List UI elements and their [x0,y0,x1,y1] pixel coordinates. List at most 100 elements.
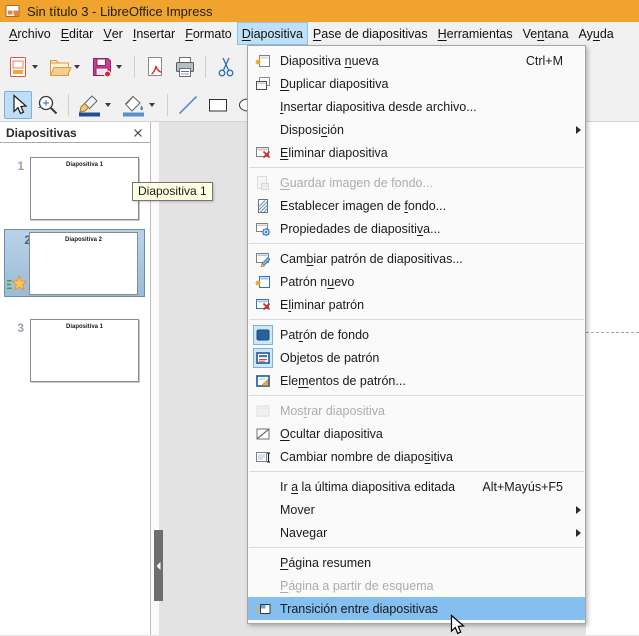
fill-color-button[interactable] [119,91,161,119]
slide-thumbnail-title: Diapositiva 2 [30,237,137,243]
dropdown-arrow-icon[interactable] [116,65,122,69]
menubar-item-diapositiva[interactable]: Diapositiva [237,22,308,45]
menu-item-rename-slide[interactable]: Cambiar nombre de diapositiva [248,445,585,468]
menu-item-new-master[interactable]: Patrón nuevo [248,270,585,293]
cut-button[interactable] [212,53,240,81]
menubar-item-editar[interactable]: Editar [56,22,99,45]
open-button[interactable] [46,53,86,81]
menubar-item-insertar[interactable]: Insertar [128,22,180,45]
menu-item-delete-slide[interactable]: Eliminar diapositiva [248,141,585,164]
menu-item-summary-page[interactable]: Página resumen [248,551,585,574]
select-icon [6,93,30,117]
menu-item-master-elements[interactable]: Elementos de patrón... [248,369,585,392]
menu-icon-empty [253,120,273,140]
master-objects-icon [253,348,273,368]
menu-item-label: Transición entre diapositivas [280,602,567,616]
hide-slide-icon [253,424,273,444]
menu-item-goto-last-edited-slide[interactable]: Ir a la última diapositiva editada Alt+Ma… [248,475,585,498]
menubar-item-ayuda[interactable]: Ayuda [574,22,619,45]
slide-thumbnail-entry[interactable]: 3 Diapositiva 1 [0,319,150,385]
menu-item-label: Ir a la última diapositiva editada [280,480,468,494]
menubar-item-ver[interactable]: Ver [98,22,127,45]
fill-color-icon [121,93,147,117]
menu-item-new-slide[interactable]: Diapositiva nuevaCtrl+M [248,49,585,72]
menu-item-label: Insertar diapositiva desde archivo... [280,100,567,114]
menu-item-slide-properties[interactable]: Propiedades de diapositiva... [248,217,585,240]
dropdown-arrow-icon[interactable] [32,65,38,69]
menubar-item-formato[interactable]: Formato [180,22,237,45]
print-button[interactable] [171,53,199,81]
menu-item-set-background-image[interactable]: Establecer imagen de fondo... [248,194,585,217]
slide-thumbnail[interactable]: Diapositiva 2 [29,232,138,295]
submenu-arrow-icon [567,529,581,537]
slide-thumbnail-selected[interactable]: 2Diapositiva 2 [4,229,145,297]
master-background-icon [253,325,273,345]
text-placeholder-border [586,332,639,333]
dropdown-arrow-icon[interactable] [74,65,80,69]
menu-item-move[interactable]: Mover [248,498,585,521]
panel-collapse-button[interactable] [154,530,163,601]
change-slide-master-icon [253,249,273,269]
dropdown-arrow-icon[interactable] [149,103,155,107]
menu-item-hide-slide[interactable]: Ocultar diapositiva [248,422,585,445]
slide-thumbnail[interactable]: Diapositiva 1 [30,157,139,220]
menu-separator [249,547,584,548]
menu-item-shortcut: Alt+Mayús+F5 [482,480,563,494]
duplicate-slide-icon [253,74,273,94]
open-icon [48,55,72,79]
window-title: Sin título 3 - LibreOffice Impress [27,4,212,19]
menubar-item-herramientas[interactable]: Herramientas [433,22,518,45]
menu-item-label: Elementos de patrón... [280,374,567,388]
menu-item-label: Mostrar diapositiva [280,404,567,418]
close-icon[interactable] [131,126,145,140]
set-background-image-icon [253,196,273,216]
new-document-button[interactable] [4,53,44,81]
select-button[interactable] [4,91,32,119]
new-document-icon [6,55,30,79]
menu-item-label: Guardar imagen de fondo... [280,176,567,190]
menu-item-label: Página a partir de esquema [280,579,567,593]
menubar-item-archivo[interactable]: Archivo [4,22,56,45]
save-button[interactable] [88,53,128,81]
menu-item-duplicate-slide[interactable]: Duplicar diapositiva [248,72,585,95]
titlebar: Sin título 3 - LibreOffice Impress [0,0,639,22]
export-pdf-button[interactable] [141,53,169,81]
zoom-button[interactable] [34,91,62,119]
menu-item-insert-slide-from-file[interactable]: Insertar diapositiva desde archivo... [248,95,585,118]
menu-icon-empty [253,523,273,543]
slide-tooltip-text: Diapositiva 1 [138,184,207,198]
line-color-button[interactable] [75,91,117,119]
toolbar-separator [134,56,135,78]
slides-panel-header: Diapositivas [0,122,150,143]
menu-separator [249,167,584,168]
zoom-icon [36,93,60,117]
menu-item-label: Disposición [280,123,567,137]
menu-icon-empty [253,553,273,573]
menu-item-slide-transition[interactable]: Transición entre diapositivas [248,597,585,620]
slide-number: 3 [6,321,24,335]
slide-thumbnail-entry[interactable]: 1Diapositiva 1 [0,157,150,223]
delete-master-icon [253,295,273,315]
menu-item-label: Diapositiva nueva [280,54,512,68]
menu-separator [249,243,584,244]
slides-panel: Diapositivas 1Diapositiva 12Diapositiva … [0,122,151,635]
menu-item-layout[interactable]: Disposición [248,118,585,141]
master-elements-icon [253,371,273,391]
rectangle-button[interactable] [204,91,232,119]
insert-line-button[interactable] [174,91,202,119]
menubar-item-pase-de-diapositivas[interactable]: Pase de diapositivas [308,22,433,45]
slide-properties-icon [253,219,273,239]
menu-item-delete-master[interactable]: Eliminar patrón [248,293,585,316]
new-master-icon [253,272,273,292]
menu-item-navigate[interactable]: Navegar [248,521,585,544]
menu-item-change-slide-master[interactable]: Cambiar patrón de diapositivas... [248,247,585,270]
dropdown-arrow-icon[interactable] [105,103,111,107]
menubar-item-ventana[interactable]: Ventana [518,22,574,45]
slide-canvas[interactable] [586,122,639,635]
slide-thumbnail-title: Diapositiva 1 [31,162,138,168]
slide-thumbnail[interactable]: Diapositiva 1 [30,319,139,382]
menu-item-master-background[interactable]: Patrón de fondo [248,323,585,346]
menu-item-save-background-image: Guardar imagen de fondo... [248,171,585,194]
delete-slide-icon [253,143,273,163]
menu-item-master-objects[interactable]: Objetos de patrón [248,346,585,369]
